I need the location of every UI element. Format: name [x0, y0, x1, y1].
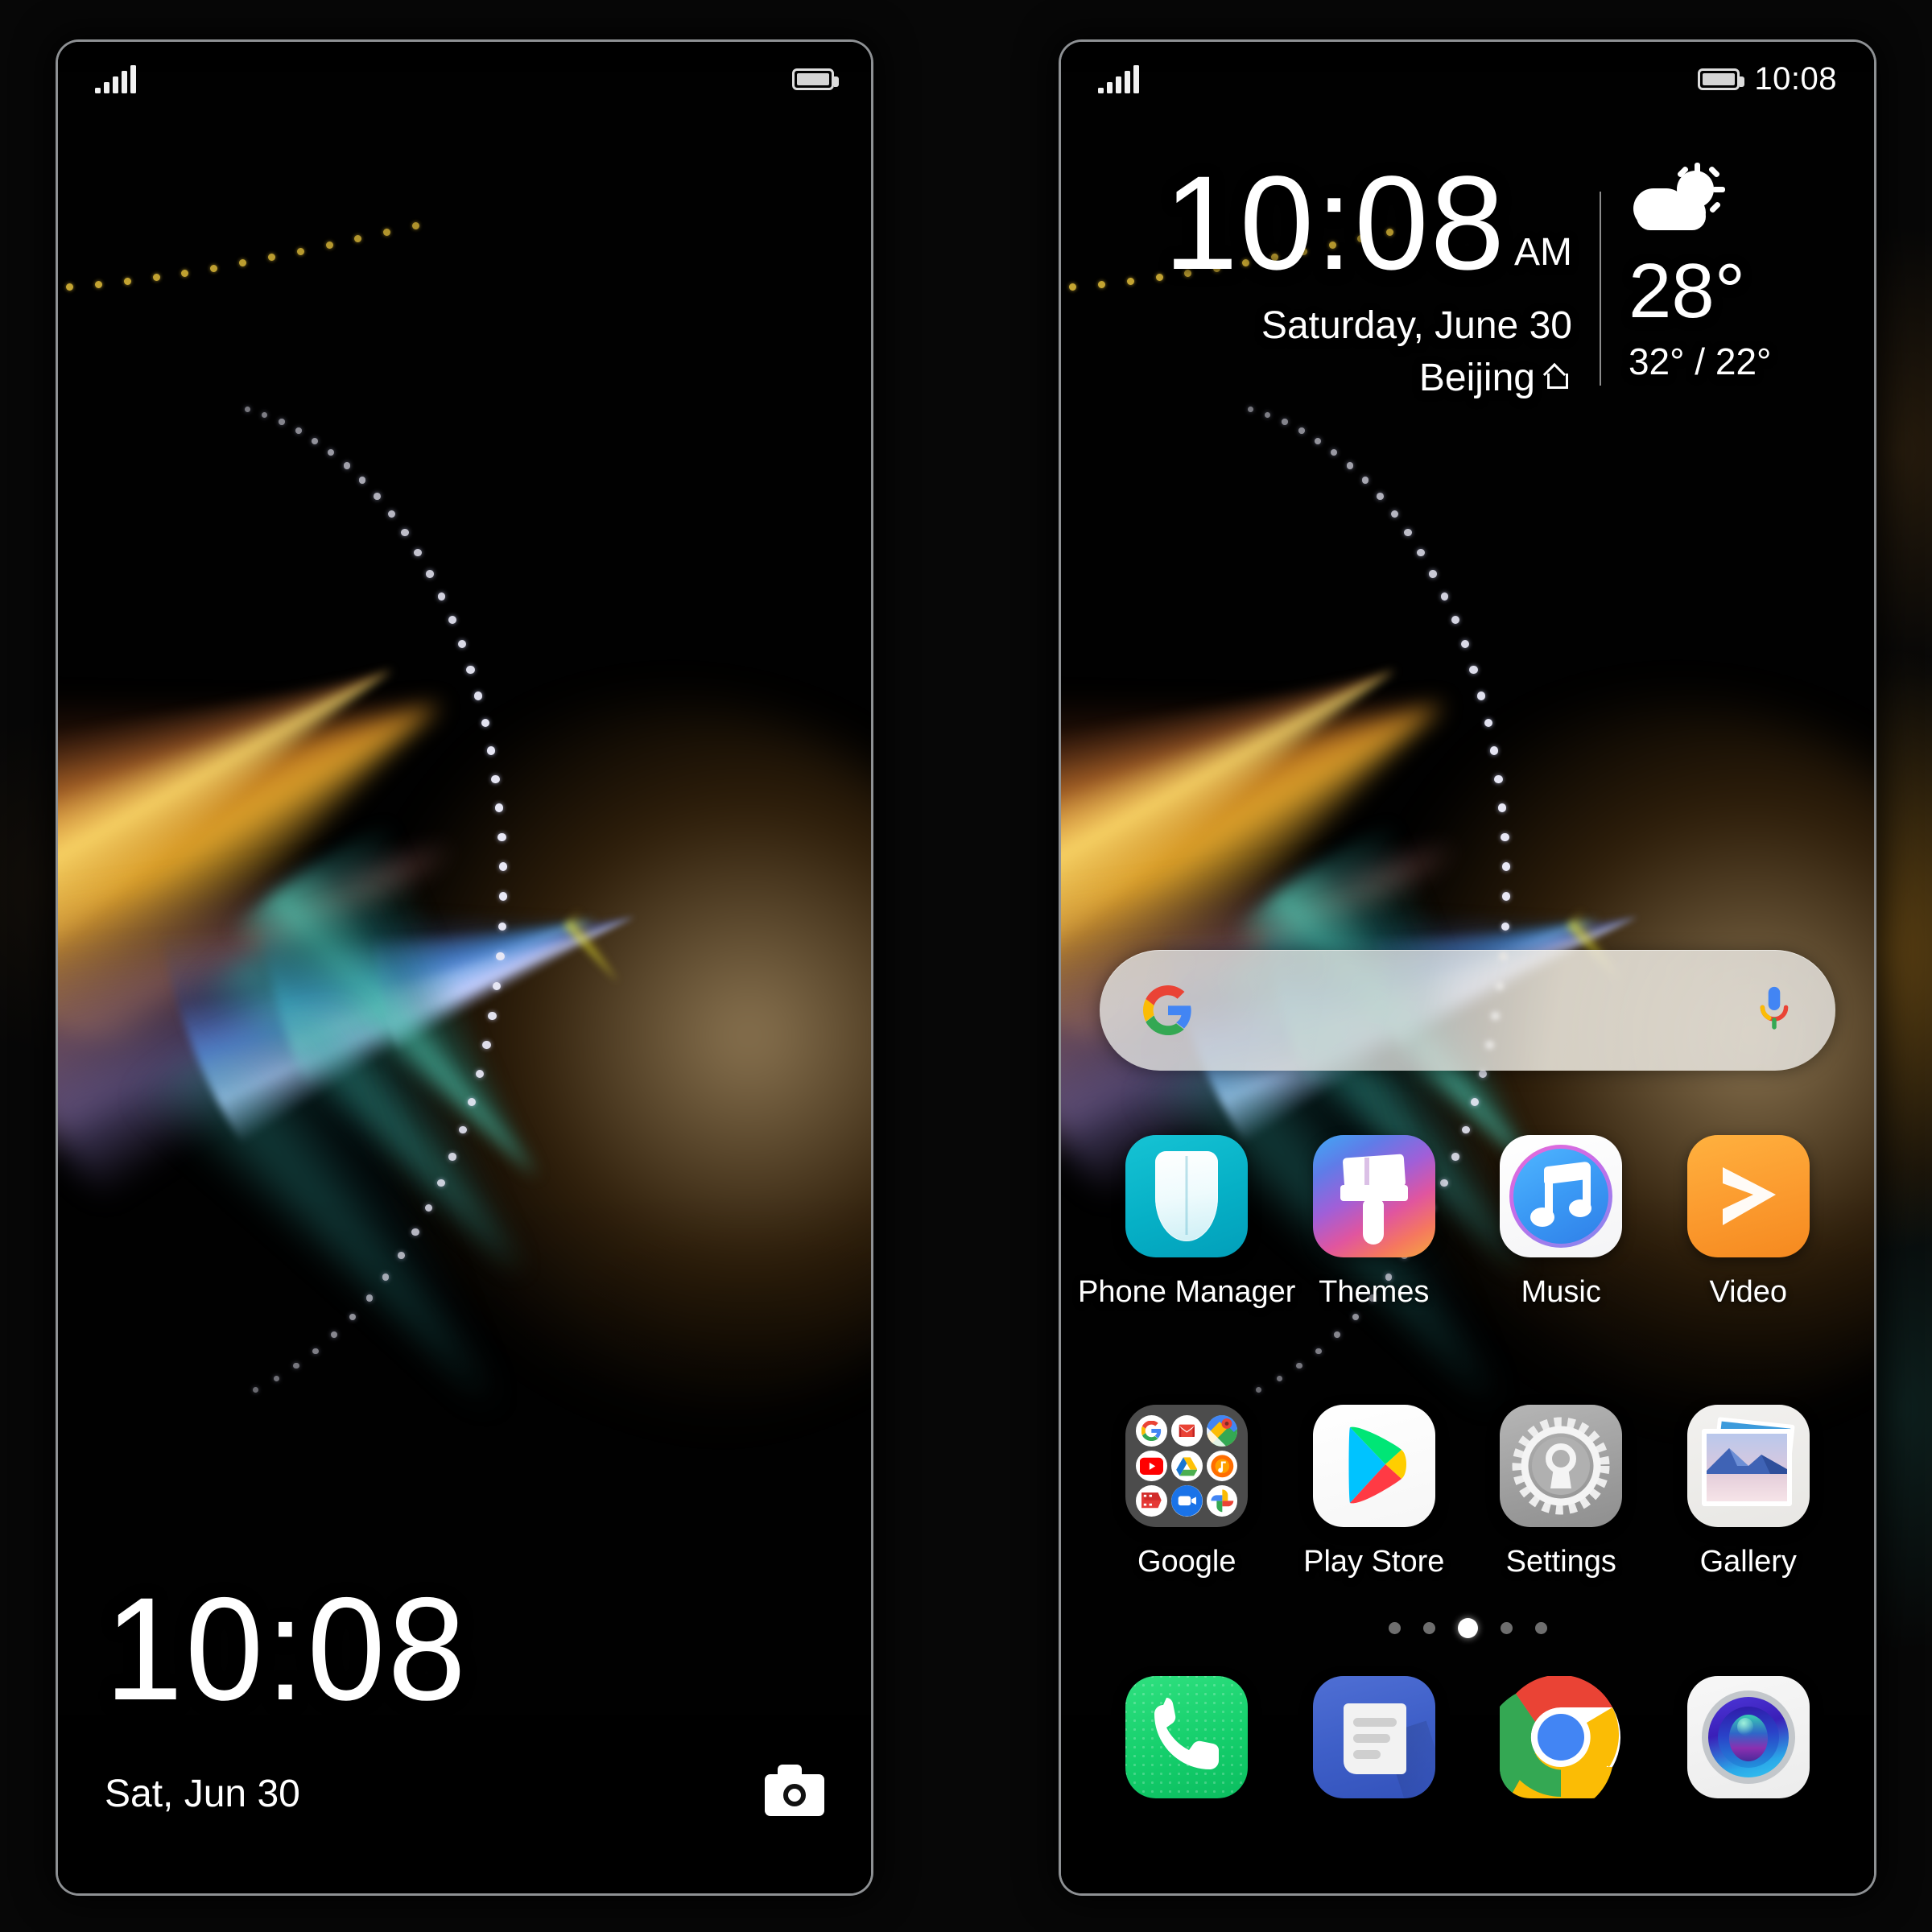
app-settings[interactable]: Settings [1476, 1405, 1645, 1579]
video-icon[interactable] [1686, 1135, 1810, 1257]
home-icon [1545, 365, 1572, 390]
google-duo-icon [1170, 1485, 1203, 1517]
dock[interactable] [1093, 1676, 1842, 1798]
play-music-icon [1206, 1450, 1238, 1482]
app-video[interactable]: Video [1664, 1135, 1833, 1310]
app-label: Themes [1319, 1275, 1430, 1309]
app-gallery[interactable]: Gallery [1664, 1405, 1833, 1579]
city-label: Beijing [1418, 356, 1535, 399]
app-google-folder[interactable]: Google [1102, 1405, 1271, 1579]
play-movies-icon [1136, 1485, 1167, 1517]
google-maps-icon [1206, 1415, 1238, 1447]
lock-clock-block: 10:08 Sat, Jun 30 [105, 1566, 824, 1816]
battery-icon [1698, 68, 1745, 90]
app-label: Video [1709, 1275, 1787, 1309]
settings-gear-icon[interactable] [1500, 1405, 1623, 1527]
app-label: Phone Manager [1078, 1275, 1296, 1309]
page-dot[interactable] [1534, 1622, 1547, 1634]
signal-bars-icon [1098, 64, 1139, 93]
messages-icon[interactable] [1312, 1676, 1435, 1798]
screenshot-stage: 10:08 Sat, Jun 30 10:08 10:08 AM Saturda… [0, 0, 1932, 1932]
weather-temperature: 28° [1628, 248, 1746, 334]
chrome-icon[interactable] [1500, 1676, 1622, 1798]
app-music[interactable]: Music [1476, 1135, 1645, 1310]
weather-range: 32° / 22° [1628, 341, 1772, 382]
page-dot-active[interactable] [1457, 1618, 1478, 1638]
google-search-bar[interactable] [1100, 950, 1835, 1071]
page-dot[interactable] [1422, 1622, 1435, 1634]
gmail-icon [1170, 1415, 1203, 1447]
google-photos-icon [1206, 1485, 1238, 1517]
music-icon[interactable] [1500, 1135, 1623, 1257]
phone-dialer-icon[interactable] [1125, 1676, 1249, 1798]
lock-date: Sat, Jun 30 [105, 1773, 300, 1815]
lock-time: 10:08 [105, 1566, 469, 1731]
app-label: Play Store [1303, 1545, 1445, 1579]
play-store-icon[interactable] [1312, 1405, 1435, 1527]
youtube-icon [1136, 1450, 1167, 1482]
app-grid[interactable]: Phone Manager Themes Music Video Google … [1078, 1135, 1842, 1579]
app-play-store[interactable]: Play Store [1290, 1405, 1459, 1579]
app-label: Music [1521, 1275, 1601, 1309]
google-g-icon [1143, 985, 1193, 1035]
clock-widget-ampm: AM [1513, 230, 1572, 274]
page-dot[interactable] [1500, 1622, 1513, 1634]
app-themes[interactable]: Themes [1290, 1135, 1459, 1310]
phone-manager-icon[interactable] [1125, 1135, 1249, 1257]
app-label: Google [1137, 1545, 1236, 1579]
device-lock-screen: 10:08 Sat, Jun 30 [58, 42, 871, 1893]
google-drive-icon [1170, 1450, 1203, 1482]
themes-icon[interactable] [1312, 1135, 1435, 1257]
google-folder-icon[interactable] [1125, 1405, 1249, 1527]
partly-cloudy-icon [1629, 163, 1727, 240]
home-status-bar: 10:08 [1061, 42, 1874, 116]
app-label: Gallery [1699, 1545, 1797, 1579]
page-indicator[interactable] [1061, 1618, 1874, 1638]
microphone-icon[interactable] [1757, 985, 1792, 1035]
google-search-icon [1136, 1415, 1167, 1447]
clock-widget-date: Saturday, June 30 [1261, 303, 1572, 347]
clock-widget[interactable]: 10:08 AM Saturday, June 30 Beijing [1163, 149, 1600, 400]
home-screen[interactable]: 10:08 10:08 AM Saturday, June 30 Beijing [1061, 42, 1874, 1893]
lock-status-bar [58, 42, 871, 116]
clock-weather-widget[interactable]: 10:08 AM Saturday, June 30 Beijing 28° 3… [1061, 149, 1874, 400]
weather-widget[interactable]: 28° 32° / 22° [1601, 163, 1771, 383]
device-home-screen: 10:08 10:08 AM Saturday, June 30 Beijing [1061, 42, 1874, 1893]
page-dot[interactable] [1388, 1622, 1401, 1634]
app-phone-manager[interactable]: Phone Manager [1078, 1135, 1295, 1310]
battery-icon [792, 68, 839, 90]
status-bar-clock: 10:08 [1754, 60, 1837, 97]
camera-app-icon[interactable] [1686, 1676, 1810, 1798]
clock-widget-city: Beijing [1164, 356, 1572, 400]
lock-screen[interactable]: 10:08 Sat, Jun 30 [58, 42, 871, 1893]
camera-icon[interactable] [765, 1765, 824, 1816]
gallery-icon[interactable] [1686, 1405, 1810, 1527]
clock-widget-time: 10:08 [1163, 149, 1506, 298]
signal-bars-icon [95, 64, 136, 93]
app-label: Settings [1505, 1545, 1616, 1579]
